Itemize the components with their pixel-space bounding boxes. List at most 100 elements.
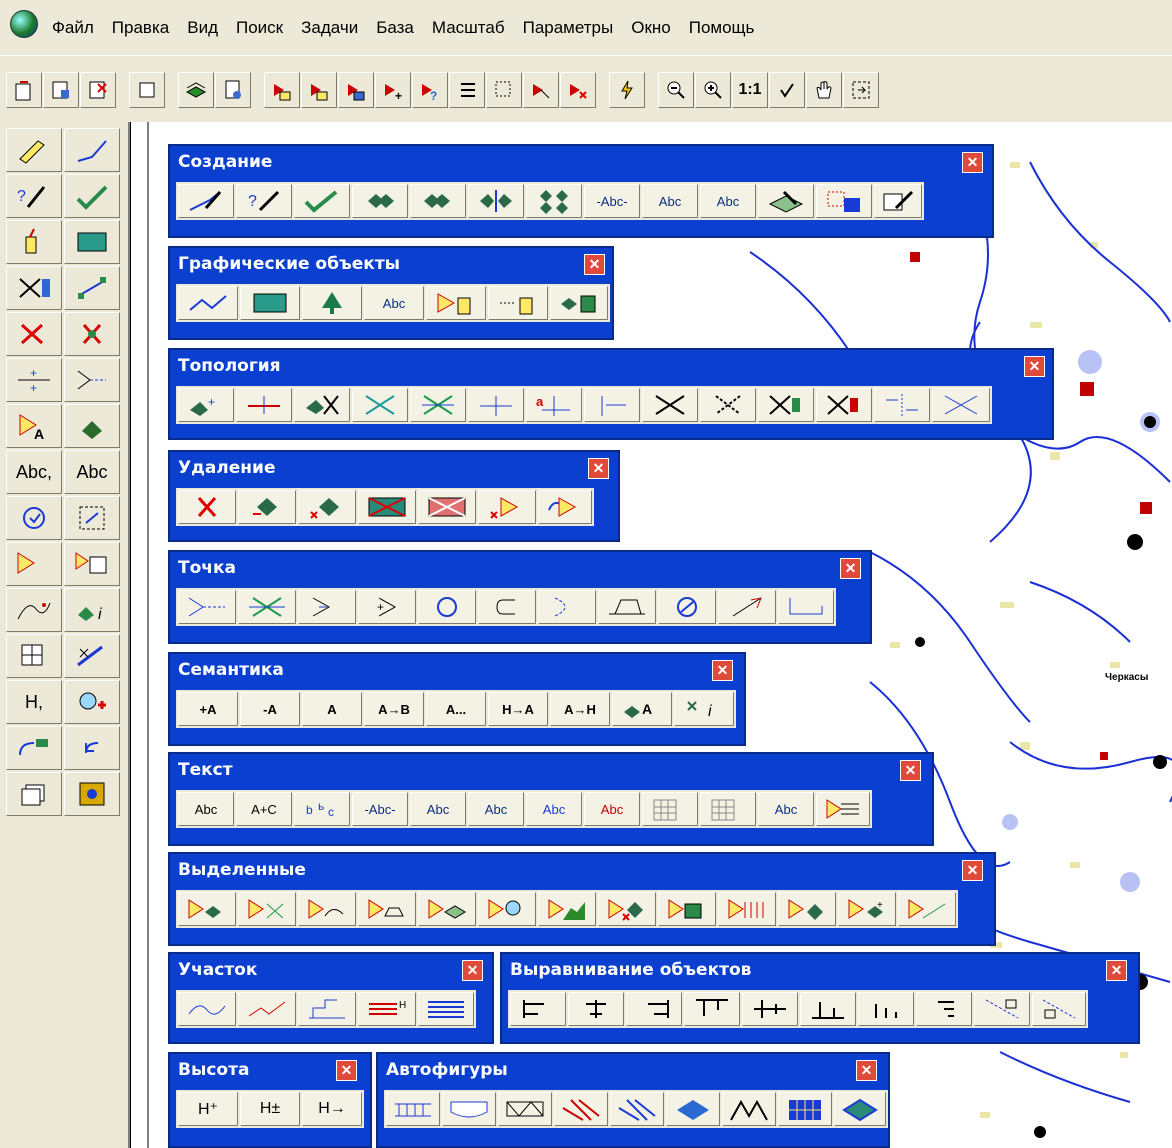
copy-object-icon[interactable] [352, 184, 408, 218]
sel-layers-icon[interactable] [418, 892, 476, 926]
semantic-height-to-attr-button[interactable]: H→A [488, 692, 548, 726]
menu-scale[interactable]: Масштаб [432, 18, 505, 38]
point-insert-icon[interactable] [298, 590, 356, 624]
group-objects-icon[interactable] [526, 184, 582, 218]
layers-create-icon[interactable] [758, 184, 814, 218]
point-flat-icon[interactable] [598, 590, 656, 624]
autoshape-fence-icon[interactable] [386, 1092, 440, 1126]
close-icon[interactable]: ✕ [1106, 960, 1127, 981]
select-by-list-icon[interactable] [338, 71, 374, 108]
select-text-button[interactable]: Abc [758, 792, 814, 826]
select-tool-icon[interactable] [6, 542, 62, 586]
graphic-select-icon[interactable] [426, 286, 486, 320]
menu-tasks[interactable]: Задачи [301, 18, 358, 38]
text-align-icon[interactable] [816, 792, 870, 826]
polyline-icon[interactable] [178, 286, 238, 320]
align-center-h-icon[interactable] [568, 992, 624, 1026]
autoshape-zigzag-icon[interactable] [722, 1092, 776, 1126]
sel-line-add-icon[interactable] [898, 892, 956, 926]
align-diagonal-reverse-icon[interactable] [1032, 992, 1086, 1026]
menu-help[interactable]: Помощь [689, 18, 755, 38]
topo-cut-green-icon[interactable] [758, 388, 814, 422]
sel-move-icon[interactable] [778, 892, 836, 926]
close-icon[interactable]: ✕ [962, 860, 983, 881]
mirror-object-icon[interactable] [468, 184, 524, 218]
frame-rotate-icon[interactable] [64, 496, 120, 540]
align-diagonal-icon[interactable] [974, 992, 1030, 1026]
topo-arrow-icon[interactable] [584, 388, 640, 422]
semantic-assign-icon[interactable]: A [612, 692, 672, 726]
close-icon[interactable]: ✕ [856, 1060, 877, 1081]
rotate-icon[interactable] [6, 496, 62, 540]
height-move-button[interactable]: H→ [302, 1092, 362, 1126]
autoshape-truss-icon[interactable] [498, 1092, 552, 1126]
sel-copy-icon[interactable] [658, 892, 716, 926]
select-table-icon[interactable] [64, 542, 120, 586]
sel-search-icon[interactable] [478, 892, 536, 926]
distribute-h-icon[interactable] [858, 992, 914, 1026]
delete-frame-icon[interactable] [418, 490, 476, 524]
text-tool-button[interactable]: Abc, [6, 450, 62, 494]
text-curve-button[interactable]: A+C [236, 792, 292, 826]
semantic-label-icon[interactable]: A [6, 404, 62, 448]
text-frame-button[interactable]: Abc [526, 792, 582, 826]
area-fill-icon[interactable] [240, 286, 300, 320]
object-draw-icon[interactable] [294, 184, 350, 218]
autoshape-grid-icon[interactable] [778, 1092, 832, 1126]
close-icon[interactable]: ✕ [712, 660, 733, 681]
undo-delete-icon[interactable] [538, 490, 592, 524]
autoshape-rhombus-icon[interactable] [834, 1092, 886, 1126]
text-frame-red-button[interactable]: Abc [584, 792, 640, 826]
edit-pen-icon[interactable] [64, 634, 120, 678]
lightning-icon[interactable] [609, 71, 645, 108]
draw-line-icon[interactable] [6, 128, 62, 172]
height-button[interactable]: H, [6, 680, 62, 724]
app-globe-icon[interactable] [10, 10, 38, 38]
layers-icon[interactable] [178, 71, 214, 108]
menu-edit[interactable]: Правка [112, 18, 169, 38]
text-plain-button[interactable]: Abc [178, 792, 234, 826]
cut-select-icon[interactable] [523, 71, 559, 108]
object-curved-text-button[interactable]: Abc [700, 184, 756, 218]
sel-smooth-icon[interactable] [298, 892, 356, 926]
undo-edit-icon[interactable] [6, 726, 62, 770]
point-arrow-icon[interactable] [64, 358, 120, 402]
grid-icon[interactable] [6, 634, 62, 678]
autoshape-gauge-icon[interactable] [442, 1092, 496, 1126]
plot-line-icon[interactable] [238, 992, 296, 1026]
distribute-v-icon[interactable] [916, 992, 972, 1026]
point-add-icon[interactable]: + [358, 590, 416, 624]
point-arrow-icon[interactable] [178, 590, 236, 624]
align-right-icon[interactable] [626, 992, 682, 1026]
select-objects-icon[interactable] [301, 71, 337, 108]
delete-cross-icon[interactable] [178, 490, 236, 524]
plugins-icon[interactable] [64, 772, 120, 816]
topo-cut-icon[interactable] [294, 388, 350, 422]
close-icon[interactable]: ✕ [962, 152, 983, 173]
plot-lines-icon[interactable] [418, 992, 474, 1026]
height-add-button[interactable]: H⁺ [178, 1092, 238, 1126]
menu-view[interactable]: Вид [187, 18, 218, 38]
semantic-more-button[interactable]: A... [426, 692, 486, 726]
tree-symbol-icon[interactable] [302, 286, 362, 320]
topo-line-icon[interactable] [236, 388, 292, 422]
topo-node-icon[interactable] [410, 388, 466, 422]
delete-cross-icon[interactable] [6, 312, 62, 356]
text-object-button[interactable]: Abc [410, 792, 466, 826]
topo-split-icon[interactable] [874, 388, 930, 422]
list-icon[interactable] [449, 71, 485, 108]
windows-icon[interactable] [6, 772, 62, 816]
duplicate-object-icon[interactable] [410, 184, 466, 218]
semantic-add-button[interactable]: +A [178, 692, 238, 726]
undo-icon[interactable] [64, 726, 120, 770]
height-edit-button[interactable]: H± [240, 1092, 300, 1126]
select-object-icon[interactable] [264, 71, 300, 108]
search-add-icon[interactable] [64, 680, 120, 724]
delete-area-icon[interactable] [358, 490, 416, 524]
zoom-in-icon[interactable] [695, 71, 731, 108]
object-move-icon[interactable] [64, 404, 120, 448]
pan-hand-icon[interactable] [806, 71, 842, 108]
close-map-icon[interactable] [80, 71, 116, 108]
open-map-icon[interactable] [6, 71, 42, 108]
symbol-tool-icon[interactable] [6, 220, 62, 264]
